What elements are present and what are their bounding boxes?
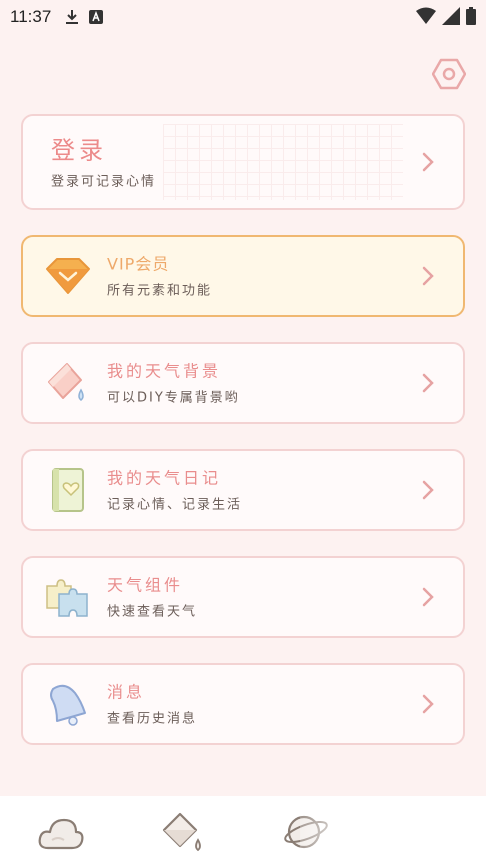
- chevron-right-icon: [422, 694, 434, 714]
- chevron-right-icon: [422, 373, 434, 393]
- background-subtitle: 可以DIY专属背景哟: [107, 390, 240, 406]
- messages-card[interactable]: 消息 查看历史消息: [21, 663, 465, 745]
- wifi-icon: [416, 7, 436, 24]
- cloud-icon[interactable]: [36, 810, 86, 854]
- chevron-right-icon: [422, 587, 434, 607]
- login-card[interactable]: 登录 登录可记录心情: [21, 114, 465, 210]
- login-card-pattern: [163, 124, 403, 200]
- settings-gear-icon[interactable]: [432, 58, 466, 90]
- diary-title: 我的天气日记: [107, 468, 222, 488]
- status-bar: 11:37: [0, 0, 486, 34]
- paint-bucket-icon[interactable]: [158, 810, 208, 854]
- background-title: 我的天气背景: [107, 361, 222, 381]
- weather-widget-card[interactable]: 天气组件 快速查看天气: [21, 556, 465, 638]
- battery-icon: [466, 7, 476, 25]
- login-title: 登录: [51, 136, 107, 165]
- app-notification-icon: [89, 10, 104, 24]
- puzzle-icon: [46, 579, 88, 617]
- vip-card[interactable]: VIP会员 所有元素和功能: [21, 235, 465, 317]
- diary-book-icon: [52, 468, 84, 512]
- paint-bucket-icon: [48, 363, 84, 401]
- signal-icon: [442, 7, 460, 25]
- download-icon: [66, 10, 79, 24]
- bell-icon: [50, 684, 86, 726]
- widget-title: 天气组件: [107, 575, 184, 595]
- vip-subtitle: 所有元素和功能: [107, 283, 213, 299]
- chevron-right-icon: [422, 480, 434, 500]
- bottom-glare: [300, 804, 420, 864]
- my-weather-background-card[interactable]: 我的天气背景 可以DIY专属背景哟: [21, 342, 465, 424]
- chevron-right-icon: [422, 152, 434, 172]
- status-time: 11:37: [10, 7, 52, 26]
- vip-title: VIP会员: [107, 254, 170, 274]
- widget-subtitle: 快速查看天气: [107, 604, 198, 620]
- messages-title: 消息: [107, 682, 146, 702]
- messages-subtitle: 查看历史消息: [107, 711, 198, 727]
- my-weather-diary-card[interactable]: 我的天气日记 记录心情、记录生活: [21, 449, 465, 531]
- login-subtitle: 登录可记录心情: [51, 174, 157, 190]
- diary-subtitle: 记录心情、记录生活: [107, 497, 243, 513]
- chevron-right-icon: [422, 266, 434, 286]
- diamond-icon: [46, 258, 90, 294]
